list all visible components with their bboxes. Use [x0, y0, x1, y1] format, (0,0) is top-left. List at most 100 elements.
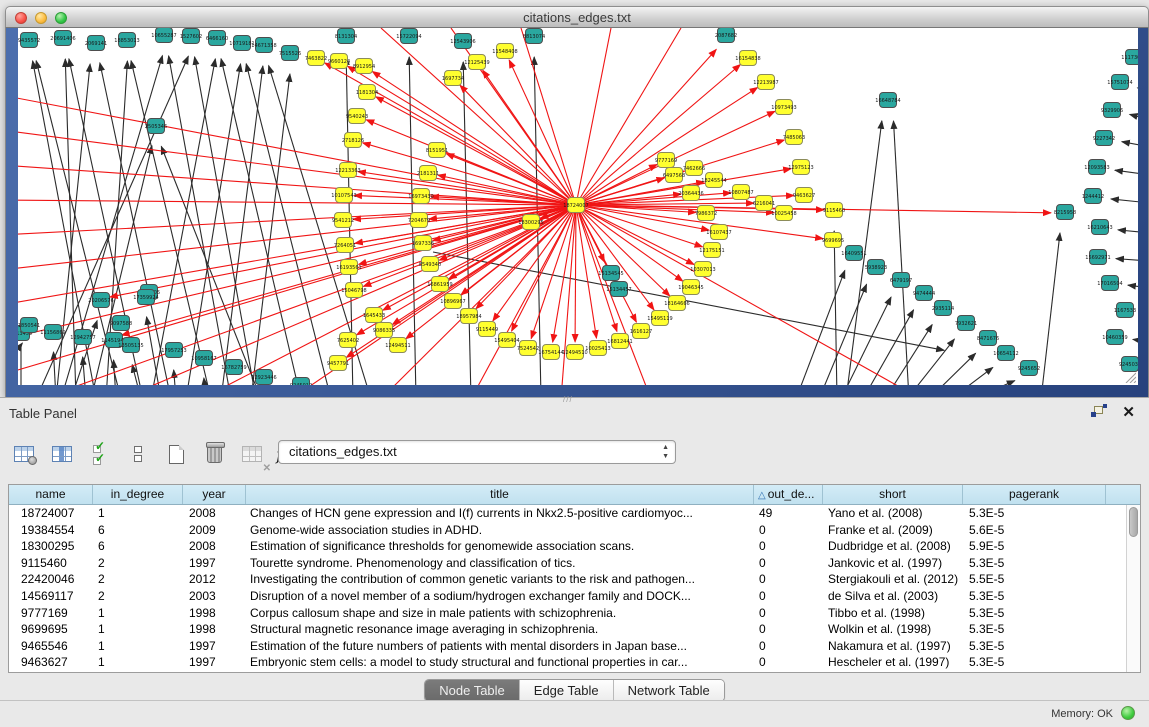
graph-node[interactable]: 1181304: [356, 85, 378, 100]
table-cell[interactable]: Franke et al. (2009): [823, 522, 963, 539]
graph-edge[interactable]: [929, 353, 976, 385]
column-header-year[interactable]: year: [183, 485, 246, 504]
table-cell[interactable]: 2003: [183, 588, 246, 605]
graph-node[interactable]: 2087682: [715, 28, 737, 43]
table-cell[interactable]: 6: [93, 538, 183, 555]
graph-node[interactable]: 1616127: [630, 324, 652, 339]
table-cell[interactable]: 9777169: [9, 605, 93, 622]
graph-node[interactable]: 18853013: [114, 33, 139, 48]
table-cell[interactable]: Tourette syndrome. Phenomenology and cla…: [246, 555, 754, 572]
graph-node[interactable]: 15046798: [341, 283, 366, 298]
table-cell[interactable]: 5.9E-5: [963, 538, 1106, 555]
graph-node[interactable]: 10655287: [151, 28, 176, 43]
graph-node[interactable]: 12494510: [562, 345, 587, 360]
graph-node[interactable]: 20364436: [678, 186, 703, 201]
float-panel-icon[interactable]: [1091, 406, 1107, 420]
table-cell[interactable]: 0: [754, 571, 823, 588]
graph-node[interactable]: 8131304: [335, 29, 357, 44]
graph-edge[interactable]: [363, 143, 576, 205]
graph-node[interactable]: 7204679: [408, 213, 430, 228]
table-cell[interactable]: 18300295: [9, 538, 93, 555]
column-header-short[interactable]: short: [823, 485, 963, 504]
graph-node[interactable]: 1697336: [412, 236, 434, 251]
table-cell[interactable]: 0: [754, 588, 823, 605]
graph-node[interactable]: 16648784: [875, 93, 900, 108]
graph-node[interactable]: 9660124: [328, 54, 350, 69]
tab-node-table[interactable]: Node Table: [425, 680, 520, 701]
graph-edge[interactable]: [204, 378, 206, 385]
graph-node[interactable]: 1244412: [1082, 189, 1104, 204]
graph-node[interactable]: 9245012: [290, 378, 312, 386]
graph-node[interactable]: 8151951: [426, 143, 448, 158]
table-cell[interactable]: 1: [93, 621, 183, 638]
graph-node[interactable]: 9435572: [18, 33, 40, 48]
table-cell[interactable]: 19384554: [9, 522, 93, 539]
table-cell[interactable]: 2008: [183, 505, 246, 522]
table-cell[interactable]: Stergiakouli et al. (2012): [823, 571, 963, 588]
table-cell[interactable]: Wolkin et al. (1998): [823, 621, 963, 638]
select-rows-icon[interactable]: ✓ ✓: [86, 440, 114, 468]
table-cell[interactable]: Investigating the contribution of common…: [246, 571, 754, 588]
resize-grip-icon[interactable]: [1122, 369, 1136, 383]
column-select-icon[interactable]: [48, 440, 76, 468]
graph-node[interactable]: 1167533: [1114, 303, 1136, 318]
graph-node[interactable]: 9463627: [793, 188, 815, 203]
graph-edge[interactable]: [251, 74, 290, 385]
graph-node[interactable]: 8813074: [523, 29, 545, 44]
network-canvas[interactable]: 1872400718300295943557220691406206914118…: [18, 28, 1138, 385]
graph-edge[interactable]: [1115, 170, 1138, 175]
network-window-titlebar[interactable]: citations_edges.txt: [5, 6, 1149, 28]
table-cell[interactable]: 2012: [183, 571, 246, 588]
table-row[interactable]: 1938455462009Genome-wide association stu…: [9, 522, 1126, 539]
graph-edge[interactable]: [151, 59, 215, 385]
table-cell[interactable]: 0: [754, 522, 823, 539]
table-row[interactable]: 1456911722003Disruption of a novel membe…: [9, 588, 1126, 605]
graph-node[interactable]: 9474444: [913, 286, 935, 301]
column-header-pagerank[interactable]: pagerank: [963, 485, 1106, 504]
graph-node[interactable]: 16154838: [735, 51, 760, 66]
table-source-select[interactable]: citations_edges.txt ▲▼: [278, 440, 676, 464]
table-cell[interactable]: 1997: [183, 654, 246, 671]
table-cell[interactable]: Tibbo et al. (1998): [823, 605, 963, 622]
graph-node[interactable]: 9245652: [1018, 361, 1040, 376]
table-cell[interactable]: 1998: [183, 605, 246, 622]
graph-node[interactable]: 7485063: [783, 130, 805, 145]
graph-node[interactable]: 5938923: [865, 260, 887, 275]
table-cell[interactable]: Jankovic et al. (1997): [823, 555, 963, 572]
graph-node[interactable]: 12093583: [1084, 160, 1109, 175]
graph-node[interactable]: 9541212: [332, 213, 354, 228]
graph-node[interactable]: 2505346: [145, 119, 167, 134]
graph-edge[interactable]: [907, 339, 954, 385]
graph-edge[interactable]: [18, 130, 576, 205]
table-cell[interactable]: Genome-wide association studies in ADHD.: [246, 522, 754, 539]
graph-edge[interactable]: [576, 205, 694, 264]
graph-edge[interactable]: [1111, 199, 1138, 203]
graph-node[interactable]: 16782759: [221, 360, 246, 375]
table-cell[interactable]: Disruption of a novel member of a sodium…: [246, 588, 754, 605]
table-cell[interactable]: Nakamura et al. (1997): [823, 638, 963, 655]
table-cell[interactable]: 1: [93, 638, 183, 655]
table-cell[interactable]: 1: [93, 654, 183, 671]
table-cell[interactable]: 5.3E-5: [963, 555, 1106, 572]
graph-node[interactable]: 9227342: [1093, 131, 1115, 146]
graph-edge[interactable]: [195, 57, 256, 385]
table-cell[interactable]: 9699695: [9, 621, 93, 638]
table-cell[interactable]: 18724007: [9, 505, 93, 522]
graph-node[interactable]: 8912954: [353, 59, 375, 74]
graph-edge[interactable]: [1122, 142, 1138, 147]
table-cell[interactable]: 1: [93, 605, 183, 622]
table-cell[interactable]: Yano et al. (2008): [823, 505, 963, 522]
graph-edge[interactable]: [1116, 259, 1138, 261]
table-cell[interactable]: 5.3E-5: [963, 505, 1106, 522]
vertical-scrollbar[interactable]: [1126, 505, 1140, 672]
graph-node[interactable]: 9457791: [327, 356, 349, 371]
graph-edge[interactable]: [174, 370, 176, 385]
table-cell[interactable]: Embryonic stem cells: a model to study s…: [246, 654, 754, 671]
graph-node[interactable]: 9097588: [110, 316, 132, 331]
table-row[interactable]: 969969511998Structural magnetic resonanc…: [9, 621, 1126, 638]
table-cell[interactable]: 5.5E-5: [963, 571, 1106, 588]
table-cell[interactable]: 5.3E-5: [963, 588, 1106, 605]
graph-node[interactable]: 9540243: [346, 109, 368, 124]
graph-node[interactable]: 19046345: [678, 280, 703, 295]
table-row[interactable]: 911546021997Tourette syndrome. Phenomeno…: [9, 555, 1126, 572]
